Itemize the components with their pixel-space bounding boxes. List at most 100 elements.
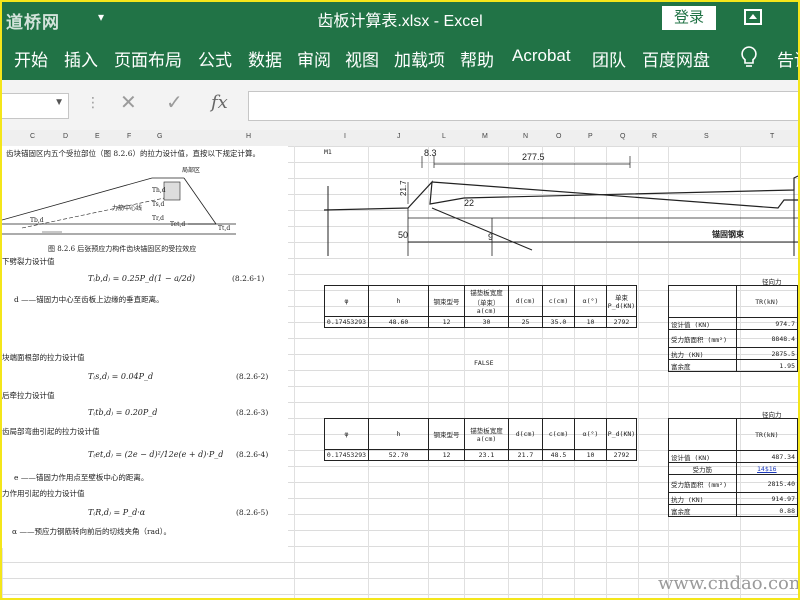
result-table-2: TR(kN) 设计值 (KN) 487.34 受力筋 14$16 受力筋面积 (mm… — [668, 418, 798, 517]
tab-formulas[interactable]: 公式 — [198, 46, 232, 71]
table2-cell[interactable]: 10 — [574, 449, 607, 461]
tab-home[interactable]: 开始 — [14, 46, 48, 71]
table2-header-c: c(cm) — [542, 418, 575, 450]
result1-value[interactable]: 2875.5 — [735, 347, 798, 360]
dim-21-7: 21.7 — [399, 180, 408, 196]
table1-cell[interactable]: 30 — [464, 316, 509, 328]
insert-function-icon[interactable]: fx — [211, 92, 228, 113]
book-intro-text: 齿块锚固区内五个受拉部位（图 8.2.6）的拉力设计值，直按以下规定计算。 — [6, 149, 260, 158]
result2-header-blank — [668, 418, 737, 451]
anchorage-diagram: Tb,d Ts,d Tet,d Tt,d Tr,d Th,d 局部区 力筋中心线 — [2, 166, 236, 235]
diagram-label-tendon: 力筋中心线 — [112, 204, 142, 212]
book-text-bending-tension: 齿局部弯曲引起的拉力设计值 — [2, 427, 100, 436]
table1-cell[interactable]: 2792 — [606, 316, 637, 328]
table1-cell[interactable]: 12 — [428, 316, 465, 328]
excel-window: 道桥网 ▾ 齿板计算表.xlsx - Excel 登录 开始 插入 页面布局 公… — [0, 0, 800, 600]
worksheet[interactable]: C D E F G H I J L M N O P Q R S T 齿块锚固区内… — [2, 130, 798, 598]
col-header-p[interactable]: P — [588, 133, 593, 140]
table1-cell[interactable]: 0.17453293 — [324, 316, 369, 328]
table1-header-phi: φ — [324, 285, 369, 317]
result1-label: 受力筋面积 (mm²) — [668, 329, 737, 348]
result1-value[interactable]: 974.7 — [735, 317, 798, 330]
result2-label: 设计值 (KN) — [668, 450, 737, 463]
result2-rebar-link[interactable]: 14$16 — [735, 462, 798, 475]
col-header-j[interactable]: J — [397, 133, 401, 140]
table1-header-d: d(cm) — [508, 285, 543, 317]
col-header-r[interactable]: R — [652, 133, 657, 140]
watermark: www.cndao.com — [658, 573, 800, 594]
formula-1-number: (8.2.6-1) — [232, 274, 265, 283]
col-header-n[interactable]: N — [523, 133, 528, 140]
book-text-root-tension: 块端面根部的拉力设计值 — [2, 353, 85, 362]
table1-cell[interactable]: 25 — [508, 316, 543, 328]
login-button[interactable]: 登录 — [662, 6, 716, 30]
tooth-block-drawing[interactable]: 8.3 277.5 21.7 22 50 9 锚固钢束 — [324, 146, 798, 256]
dim-9: 9 — [488, 232, 493, 242]
tab-acrobat[interactable]: Acrobat — [512, 46, 571, 66]
drag-handle-icon[interactable]: ⋮ — [86, 94, 100, 111]
formula-bar: ▼ ⋮ ✕ ✓ fx — [2, 80, 798, 131]
tab-tell-me[interactable]: 告诉 — [777, 46, 798, 71]
result2-value[interactable]: 914.97 — [735, 492, 798, 505]
col-header-q[interactable]: Q — [620, 133, 625, 140]
chevron-down-icon[interactable]: ▼ — [54, 97, 64, 108]
cancel-icon[interactable]: ✕ — [120, 90, 137, 115]
tab-view[interactable]: 视图 — [345, 46, 379, 71]
dim-50: 50 — [398, 230, 408, 240]
col-header-i[interactable]: I — [344, 133, 346, 140]
table2-header-alpha: α(°) — [574, 418, 607, 450]
tab-data[interactable]: 数据 — [248, 46, 282, 71]
formula-3: T₍tb,d₎ = 0.20P_d — [88, 408, 158, 417]
false-cell[interactable]: FALSE — [474, 359, 494, 367]
table2-cell[interactable]: 52.70 — [368, 449, 429, 461]
enter-icon[interactable]: ✓ — [166, 90, 183, 115]
ribbon-tabs: 开始 插入 页面布局 公式 数据 审阅 视图 加载项 帮助 Acrobat 团队… — [2, 36, 798, 80]
lightbulb-icon[interactable] — [740, 46, 758, 68]
col-header-f[interactable]: F — [127, 133, 131, 140]
table1-cell[interactable]: 10 — [574, 316, 607, 328]
table2-cell[interactable]: 2792 — [606, 449, 637, 461]
col-header-e[interactable]: E — [95, 133, 100, 140]
tab-baidu-netdisk[interactable]: 百度网盘 — [642, 46, 710, 71]
name-box[interactable]: ▼ — [2, 93, 69, 119]
formula-2-number: (8.2.6-2) — [236, 372, 269, 381]
col-header-g[interactable]: G — [157, 133, 162, 140]
formula-5-number: (8.2.6-5) — [236, 508, 269, 517]
result2-header: TR(kN) — [735, 418, 798, 451]
col-header-d[interactable]: D — [63, 133, 68, 140]
col-header-m[interactable]: M — [482, 133, 488, 140]
col-header-o[interactable]: O — [556, 133, 561, 140]
tab-add-ins[interactable]: 加载项 — [394, 46, 445, 71]
anchor-tendon-label: 锚固钢束 — [712, 229, 745, 239]
table2-cell[interactable]: 0.17453293 — [324, 449, 369, 461]
table1-cell[interactable]: 35.0 — [542, 316, 575, 328]
table2-cell[interactable]: 23.1 — [464, 449, 509, 461]
table1-cell[interactable]: 48.60 — [368, 316, 429, 328]
col-header-c[interactable]: C — [30, 133, 35, 140]
table2-cell[interactable]: 12 — [428, 449, 465, 461]
table2-cell[interactable]: 48.5 — [542, 449, 575, 461]
result2-label: 抗力 (KN) — [668, 492, 737, 505]
ribbon-display-options-icon[interactable] — [744, 9, 762, 25]
result2-value[interactable]: 0.88 — [735, 504, 798, 517]
result1-value[interactable]: 1.95 — [735, 359, 798, 372]
result2-value[interactable]: 487.34 — [735, 450, 798, 463]
tab-help[interactable]: 帮助 — [460, 46, 494, 71]
result1-label: 设计值 (KN) — [668, 317, 737, 330]
tab-review[interactable]: 审阅 — [297, 46, 331, 71]
tab-page-layout[interactable]: 页面布局 — [114, 46, 182, 71]
col-header-s[interactable]: S — [704, 133, 709, 140]
table1-header-a: 锚垫板宽度（单束）a(cm) — [464, 285, 509, 317]
result2-value[interactable]: 2815.40 — [735, 474, 798, 493]
col-header-t[interactable]: T — [770, 133, 774, 140]
col-header-h[interactable]: H — [246, 133, 251, 140]
textbook-image[interactable]: 齿块锚固区内五个受拉部位（图 8.2.6）的拉力设计值，直按以下规定计算。 Tb… — [2, 146, 288, 548]
tab-insert[interactable]: 插入 — [64, 46, 98, 71]
result1-value[interactable]: 8848.4 — [735, 329, 798, 348]
svg-text:Tet,d: Tet,d — [170, 221, 185, 228]
col-header-l[interactable]: L — [442, 133, 446, 140]
input-table-1: φ h 钢束型号 锚垫板宽度（单束）a(cm) d(cm) c(cm) α(°)… — [324, 285, 637, 328]
formula-input[interactable] — [248, 91, 798, 121]
table2-cell[interactable]: 21.7 — [508, 449, 543, 461]
tab-team[interactable]: 团队 — [592, 46, 626, 71]
